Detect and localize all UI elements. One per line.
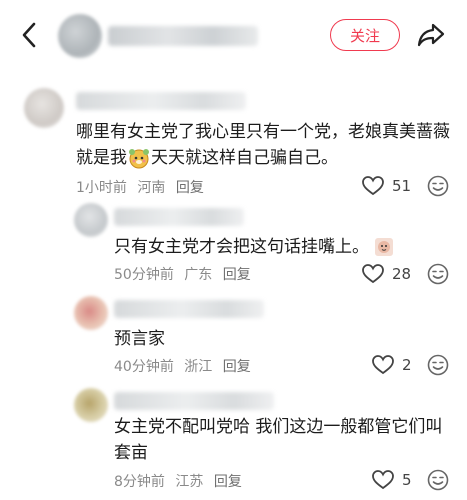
comment-location: 浙江 [184, 359, 213, 375]
emoji-reaction-icon[interactable] [427, 263, 449, 285]
username-blurred [114, 300, 264, 318]
share-arrow-icon [417, 23, 445, 47]
comment-text: 只有女主党才会把这句话挂嘴上。 [114, 234, 444, 260]
like-button[interactable]: 2 [372, 355, 412, 375]
back-button[interactable] [14, 20, 44, 50]
username-blurred [114, 392, 274, 410]
avatar[interactable] [74, 296, 108, 330]
avatar[interactable] [74, 388, 108, 422]
comment-meta: 8分钟前 江苏 回复 [114, 471, 248, 491]
emoji-reaction-icon[interactable] [427, 469, 449, 491]
comment-time: 1小时前 [76, 180, 127, 196]
heart-icon [372, 355, 394, 375]
heart-icon [372, 470, 394, 490]
comment-text: 女主党不配叫党哈 我们这边一般都管它们叫套亩 [114, 417, 443, 463]
heart-icon [362, 176, 384, 196]
username-blurred [114, 208, 244, 226]
like-button[interactable]: 28 [362, 264, 411, 284]
top-bar: 关注 [0, 0, 467, 72]
comment-text-body: 只有女主党才会把这句话挂嘴上。 [114, 237, 369, 257]
comment-meta: 1小时前 河南 回复 [76, 177, 210, 197]
share-button[interactable] [415, 20, 447, 50]
comment-time: 8分钟前 [114, 474, 165, 490]
emoji-reaction-icon[interactable] [427, 354, 449, 376]
comment-time: 40分钟前 [114, 359, 174, 375]
comment-meta: 40分钟前 浙江 回复 [114, 356, 257, 376]
heart-icon [362, 264, 384, 284]
follow-button[interactable]: 关注 [330, 19, 400, 51]
like-count: 2 [402, 356, 412, 374]
emoji-reaction-icon[interactable] [427, 175, 449, 197]
avatar[interactable] [24, 88, 64, 128]
reply-button[interactable]: 回复 [214, 474, 242, 490]
comment-location: 广东 [184, 267, 213, 283]
comment-text: 预言家 [114, 329, 165, 349]
like-button[interactable]: 51 [362, 176, 411, 196]
author-name-blurred [108, 26, 258, 46]
comment-meta: 50分钟前 广东 回复 [114, 264, 257, 284]
reply-button[interactable]: 回复 [223, 359, 251, 375]
username-blurred [76, 92, 246, 110]
like-button[interactable]: 5 [372, 470, 412, 490]
like-count: 5 [402, 471, 412, 489]
author-avatar[interactable] [58, 14, 102, 58]
comment-time: 50分钟前 [114, 267, 174, 283]
comment-location: 江苏 [175, 474, 204, 490]
reply-button[interactable]: 回复 [223, 267, 251, 283]
bear-face-emoji-icon [129, 149, 149, 169]
comment-text: 哪里有女主党了我心里只有一个党，老娘真美蔷薇就是我 天天就这样自己骗自己。 [76, 119, 456, 171]
like-count: 51 [392, 177, 412, 195]
chevron-left-icon [22, 22, 36, 48]
comment-location: 河南 [137, 180, 166, 196]
avatar[interactable] [74, 203, 108, 237]
sticker-emoji-icon [375, 238, 393, 256]
like-count: 28 [392, 265, 412, 283]
comment-text-part2: 天天就这样自己骗自己。 [151, 148, 338, 168]
reply-button[interactable]: 回复 [176, 180, 204, 196]
